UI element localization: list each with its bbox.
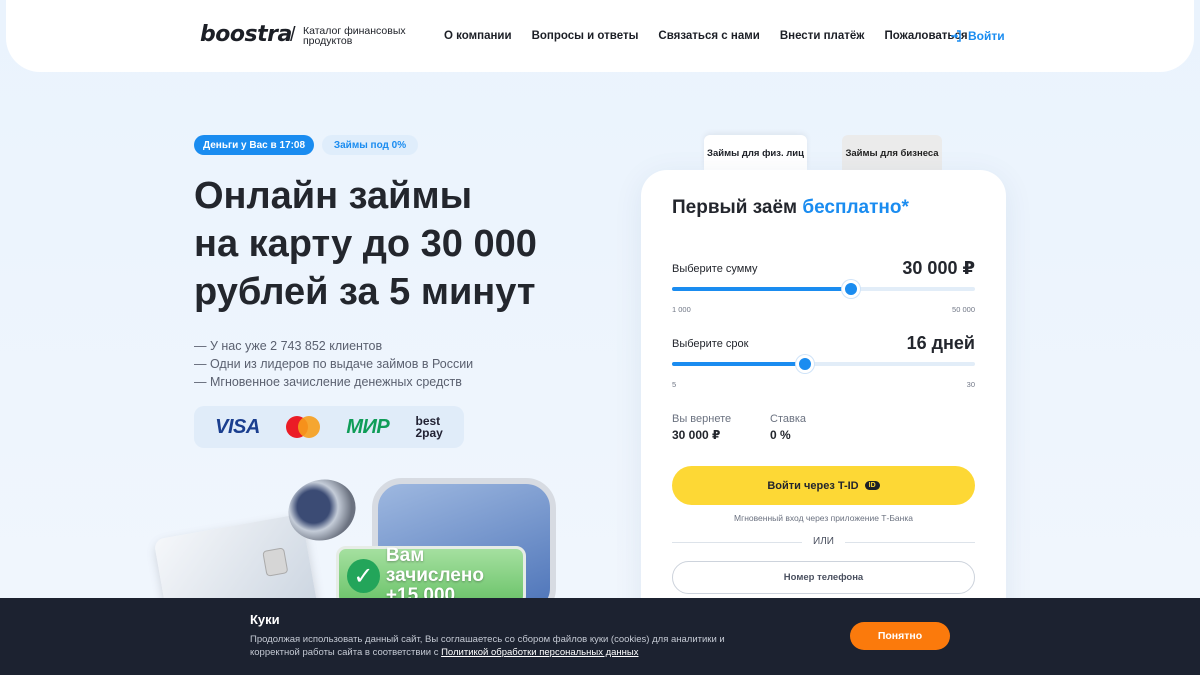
nav-item-about[interactable]: О компании [444,30,512,42]
tid-button-label: Войти через T-ID [767,479,859,492]
check-icon: ✓ [347,559,380,593]
login-label: Войти [968,29,1005,43]
privacy-policy-link[interactable]: Политикой обработки персональных данных [441,647,638,658]
amount-max: 50 000 [952,305,975,314]
or-label: ИЛИ [813,536,834,547]
term-label: Выберите срок [672,338,749,350]
loan-form: Первый заём бесплатно* Выберите сумму 30… [641,170,1006,640]
login-icon [951,30,961,42]
or-divider: ИЛИ [672,536,975,548]
return-label: Вы вернете [672,413,732,425]
tid-login-button[interactable]: Войти через T-ID ID [672,466,975,505]
tab-business[interactable]: Займы для бизнеса [842,135,942,171]
phone-number-button[interactable]: Номер телефона [672,561,975,594]
visa-logo: VISA [215,415,260,438]
hero-title-line: на карту до 30 000 [194,223,537,265]
term-slider-thumb[interactable] [796,355,815,373]
form-title: Первый заём бесплатно* [672,197,909,218]
hero-bullets: — У нас уже 2 743 852 клиентов — Одни из… [194,337,473,391]
cookie-accept-button[interactable]: Понятно [850,622,950,650]
cookie-banner: Куки Продолжая использовать данный сайт,… [0,598,1200,675]
tab-individuals[interactable]: Займы для физ. лиц [704,135,807,171]
mir-logo: МИР [346,415,390,438]
logo-subtitle: Каталог финансовых продуктов [303,25,406,47]
bullet-item: — Одни из лидеров по выдаче займов в Рос… [194,357,474,371]
logo-separator: / [290,24,296,46]
bullet-item: — Мгновенное зачисление денежных средств [194,375,462,389]
login-button[interactable]: Войти [950,29,1005,43]
nav-item-faq[interactable]: Вопросы и ответы [532,30,639,42]
payment-logos: VISA МИР best 2pay [194,406,464,448]
bullet-item: — У нас уже 2 743 852 клиентов [194,339,383,353]
main-nav: О компании Вопросы и ответы Связаться с … [444,30,968,42]
tid-badge-icon: ID [864,481,880,490]
amount-min: 1 000 [672,305,691,314]
cookie-text: Продолжая использовать данный сайт, Вы с… [250,634,725,658]
mastercard-logo [286,416,321,438]
amount-slider-thumb[interactable] [842,280,861,298]
site-header: boostra / Каталог финансовых продуктов О… [6,0,1194,72]
amount-value: 30 000 ₽ [902,258,975,278]
tid-hint: Мгновенный вход через приложение Т-Банка [734,513,913,523]
badge-money-time: Деньги у Вас в 17:08 [194,135,314,155]
rate-value: 0 % [770,428,791,442]
term-min: 5 [672,380,677,389]
rate-label: Ставка [770,413,806,425]
term-slider[interactable] [672,355,975,373]
hero-title-line: Онлайн займы [194,175,473,217]
bestpay-logo: best 2pay [415,414,443,440]
badge-zero-percent[interactable]: Займы под 0% [322,135,418,155]
return-value: 30 000 ₽ [672,428,721,442]
term-max: 30 [966,380,975,389]
credited-text: Вам зачислено [385,545,484,586]
amount-slider-fill [672,287,852,291]
credited-banner: ✓ Вам зачислено +15 000 [336,546,526,606]
term-value: 16 дней [906,333,975,353]
form-title-accent: бесплатно* [802,197,909,218]
nav-item-payment[interactable]: Внести платёж [780,30,865,42]
amount-label: Выберите сумму [672,263,758,275]
nav-item-contact[interactable]: Связаться с нами [658,30,759,42]
hero-title: Онлайн займы на карту до 30 000 рублей з… [194,172,614,316]
hero-illustration: ✓ Вам зачислено +15 000 [150,470,610,649]
amount-slider[interactable] [672,280,975,298]
hero-title-line: рублей за 5 минут [194,271,536,313]
logo[interactable]: boostra [200,22,292,47]
term-slider-fill [672,362,806,366]
cookie-title: Куки [250,612,280,627]
